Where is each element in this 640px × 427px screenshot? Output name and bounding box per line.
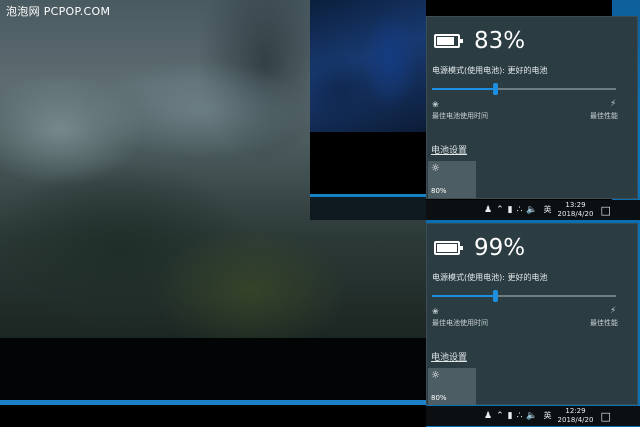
battery-tray-icon[interactable]: ▮ <box>508 406 513 426</box>
battery-settings-link[interactable]: 电池设置 <box>431 350 467 363</box>
slider-fill <box>432 88 495 90</box>
battery-settings-link[interactable]: 电池设置 <box>431 143 467 156</box>
volume-icon[interactable]: 🔈 <box>526 200 537 220</box>
battery-icon <box>434 241 463 255</box>
clock-time: 12:29 <box>565 407 586 415</box>
clock-time: 13:29 <box>565 201 586 209</box>
best-battery-label: 最佳电池使用时间 <box>432 319 488 327</box>
best-performance-label: 最佳性能 <box>590 319 618 327</box>
notification-icon[interactable]: □ <box>600 204 610 217</box>
chevron-up-icon[interactable]: ⌃ <box>496 406 504 426</box>
people-icon[interactable]: ♟ <box>484 406 492 426</box>
battery-status: 83% <box>434 25 525 57</box>
best-battery-label: 最佳电池使用时间 <box>432 112 488 120</box>
bolt-icon: ⚡ <box>610 99 617 109</box>
jungle-screenshot-image <box>310 0 426 132</box>
black-letterbox <box>0 338 426 400</box>
battery-icon <box>434 34 463 48</box>
ime-indicator[interactable]: 英 <box>544 200 552 220</box>
slider-thumb[interactable] <box>493 290 498 302</box>
screenshot-taskbar <box>310 194 426 220</box>
battery-percent: 83% <box>474 28 526 54</box>
wifi-icon[interactable]: ∴ <box>517 200 523 220</box>
clock[interactable]: 12:29 2018/4/20 <box>558 407 594 425</box>
slider-fill <box>432 295 495 297</box>
wifi-icon[interactable]: ∴ <box>517 406 523 426</box>
leaf-icon: ❀ <box>432 100 439 109</box>
sun-icon: ☼ <box>431 370 440 381</box>
taskbar-top: ♟ ⌃ ▮ ∴ 🔈 英 13:29 2018/4/20 □ <box>426 200 640 220</box>
notification-icon[interactable]: □ <box>600 410 610 423</box>
battery-flyout-bottom: 99% 电源模式(使用电池): 更好的电池 ❀ ⚡ 最佳电池使用时间 最佳性能 … <box>426 223 638 405</box>
accent-line <box>0 400 426 405</box>
watermark: 泡泡网 PCPOP.COM <box>6 5 111 18</box>
clock-date: 2018/4/20 <box>557 416 594 424</box>
brightness-tile[interactable]: ☼ 80% <box>428 161 476 198</box>
battery-percent: 99% <box>474 235 526 261</box>
power-mode-label: 电源模式(使用电池): 更好的电池 <box>432 273 548 282</box>
sun-icon: ☼ <box>431 163 440 174</box>
clock[interactable]: 13:29 2018/4/20 <box>558 201 594 219</box>
battery-status: 99% <box>434 232 525 264</box>
taskbar-bottom: ♟ ⌃ ▮ ∴ 🔈 英 12:29 2018/4/20 □ <box>426 406 640 426</box>
battery-flyout-top: 83% 电源模式(使用电池): 更好的电池 ❀ ⚡ 最佳电池使用时间 最佳性能 … <box>426 16 638 199</box>
people-icon[interactable]: ♟ <box>484 200 492 220</box>
best-performance-label: 最佳性能 <box>590 112 618 120</box>
power-mode-label: 电源模式(使用电池): 更好的电池 <box>432 66 548 75</box>
brightness-value: 80% <box>431 187 447 195</box>
screenshot-black-area <box>310 132 426 194</box>
brightness-tile[interactable]: ☼ 80% <box>428 368 476 405</box>
power-mode-slider[interactable] <box>432 290 616 302</box>
battery-tray-icon[interactable]: ▮ <box>508 200 513 220</box>
bolt-icon: ⚡ <box>610 306 617 316</box>
ime-indicator[interactable]: 英 <box>544 406 552 426</box>
power-mode-slider[interactable] <box>432 83 616 95</box>
slider-thumb[interactable] <box>493 83 498 95</box>
clock-date: 2018/4/20 <box>557 210 594 218</box>
leaf-icon: ❀ <box>432 307 439 316</box>
chevron-up-icon[interactable]: ⌃ <box>496 200 504 220</box>
brightness-value: 80% <box>431 394 447 402</box>
volume-icon[interactable]: 🔈 <box>526 406 537 426</box>
